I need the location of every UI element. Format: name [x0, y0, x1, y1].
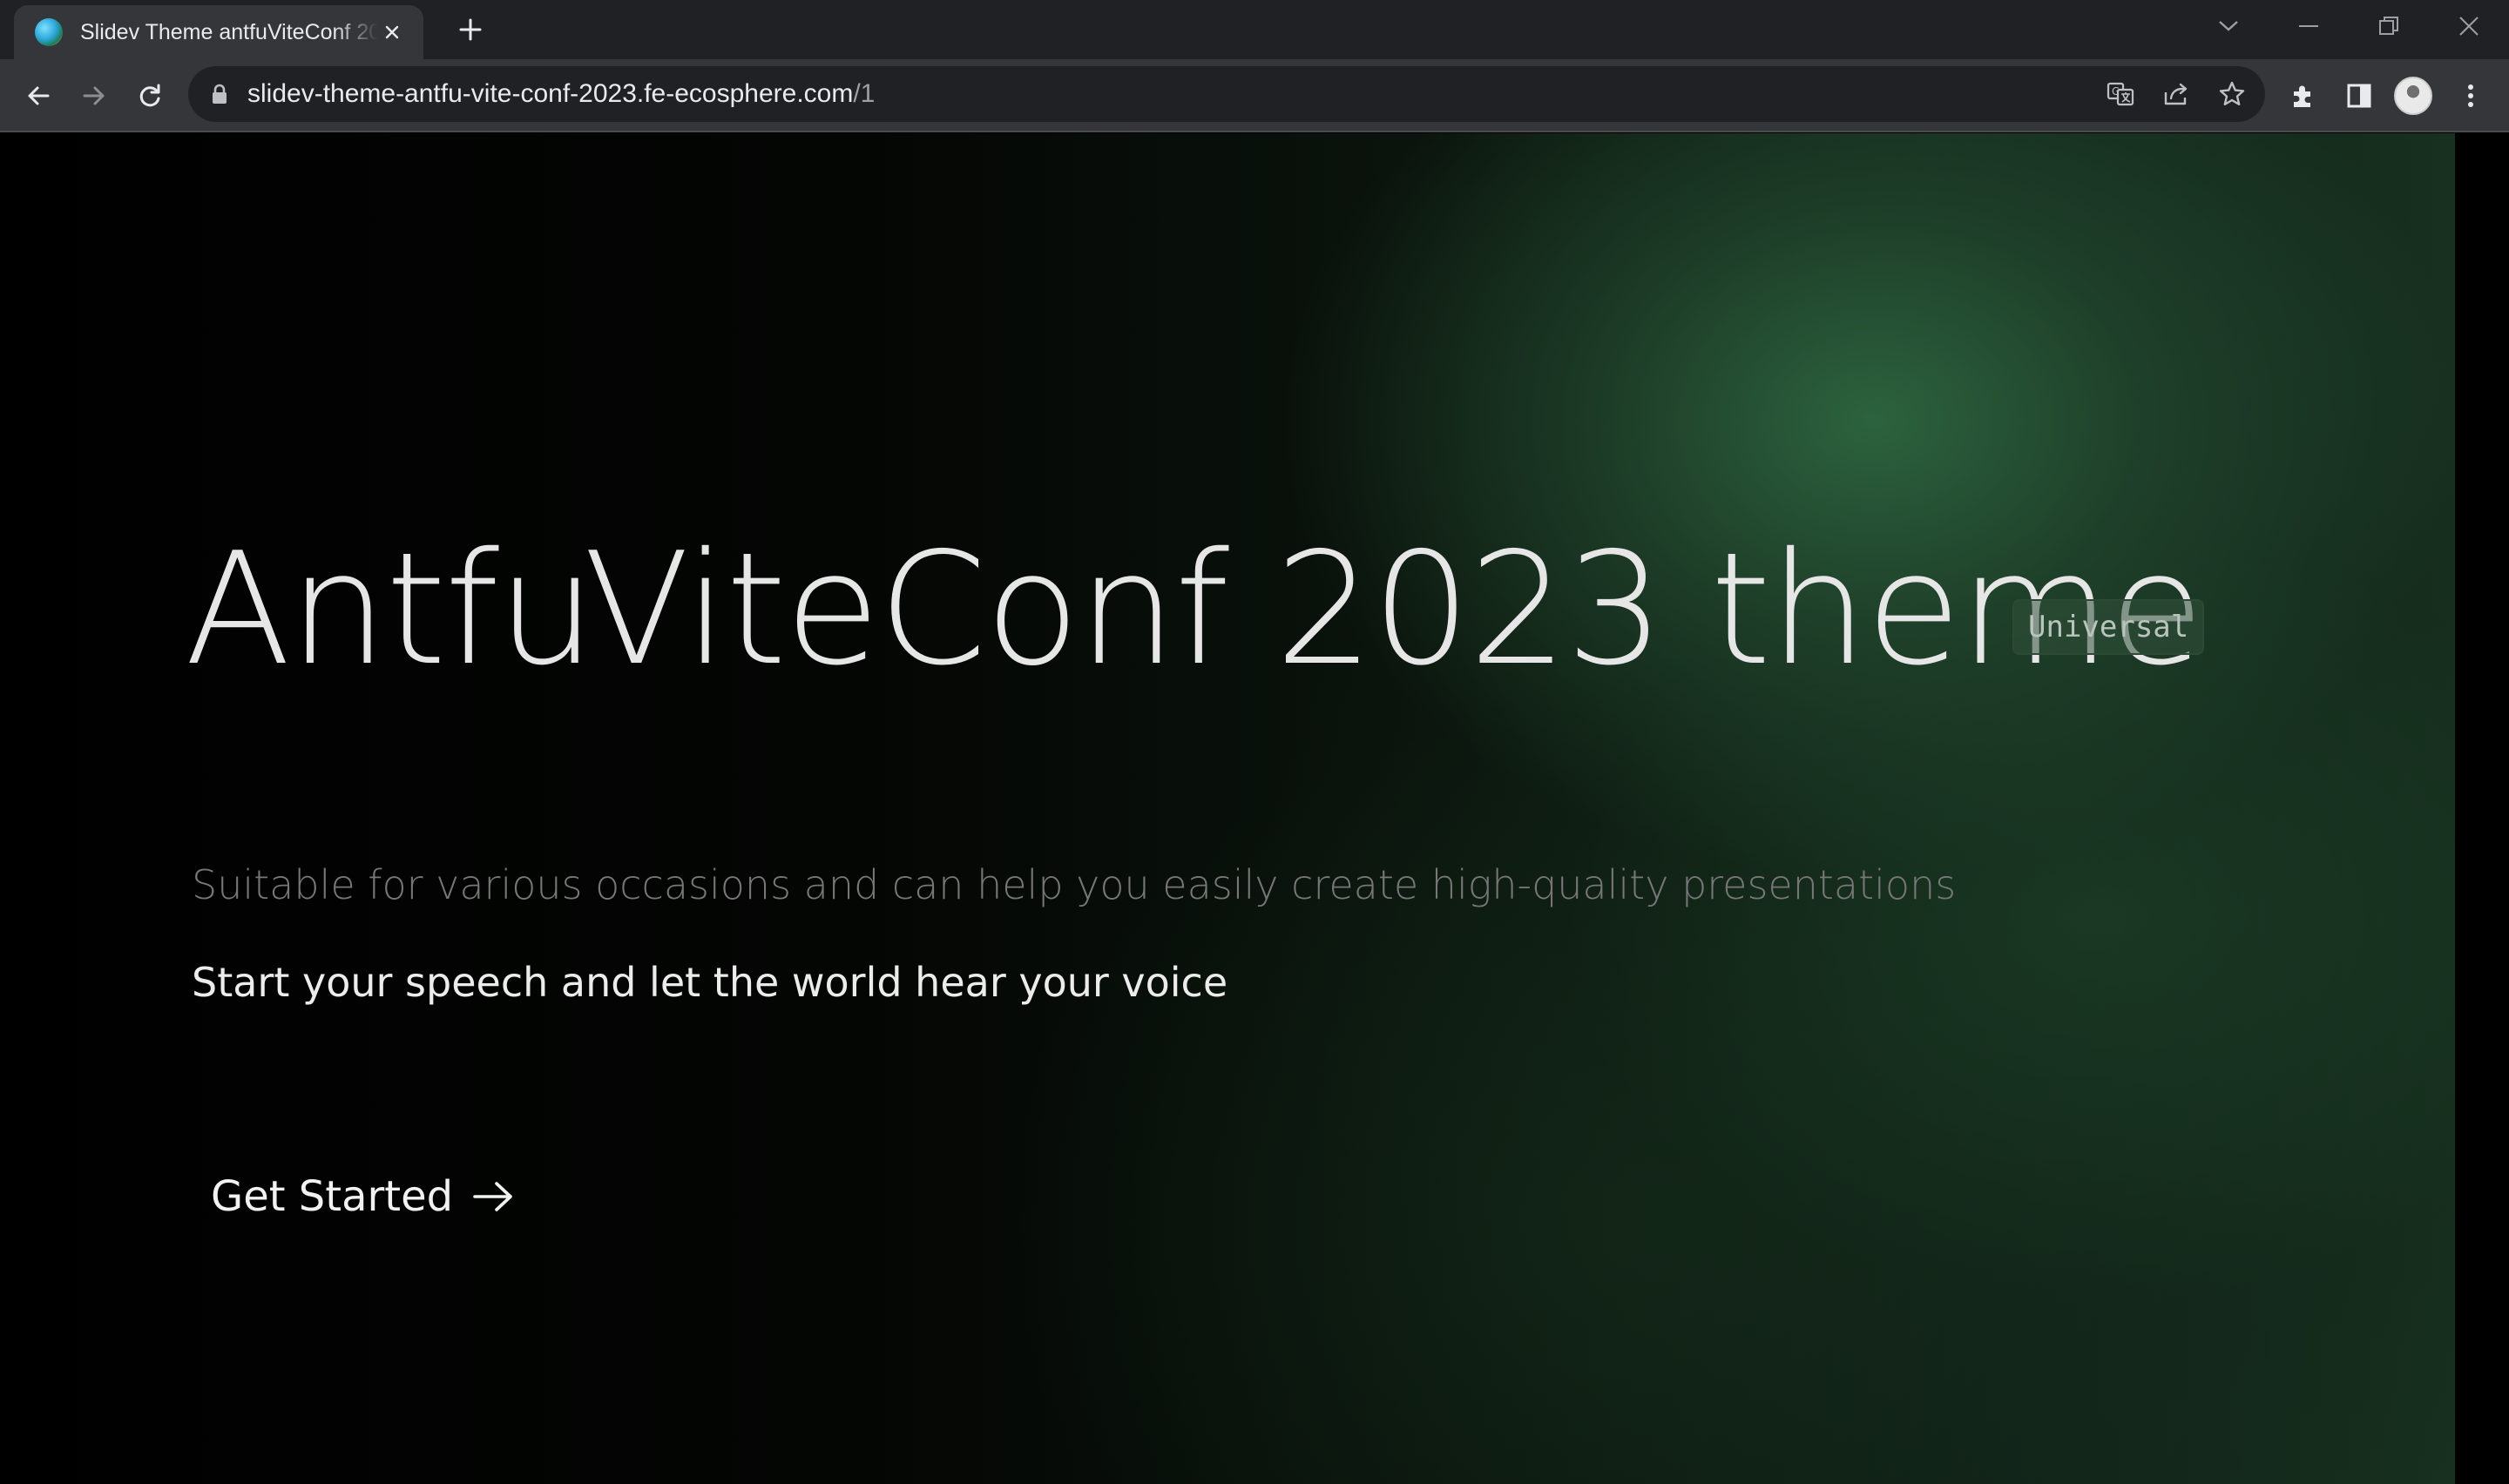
- browser-menu-button[interactable]: [2450, 75, 2492, 117]
- get-started-button[interactable]: Get Started: [193, 1157, 531, 1236]
- tab-strip: Slidev Theme antfuViteConf 2023: [0, 0, 2509, 59]
- tab-title: Slidev Theme antfuViteConf 2023: [80, 19, 378, 44]
- arrow-right-icon: [473, 1182, 512, 1211]
- star-icon[interactable]: [2213, 75, 2251, 113]
- slide-subtitle: Suitable for various occasions and can h…: [192, 861, 1957, 908]
- slide-title: AntfuViteConf 2023 theme: [185, 519, 2204, 699]
- url-text[interactable]: slidev-theme-antfu-vite-conf-2023.fe-eco…: [247, 66, 875, 122]
- theme-badge: Universal: [2012, 599, 2205, 655]
- side-panel-button[interactable]: [2338, 75, 2380, 117]
- reload-button[interactable]: [129, 75, 171, 117]
- profile-avatar[interactable]: [2394, 77, 2432, 115]
- kebab-menu-icon: [2468, 84, 2473, 107]
- browser-tab-active[interactable]: Slidev Theme antfuViteConf 2023: [14, 5, 423, 59]
- restore-window-icon[interactable]: [2363, 5, 2415, 47]
- address-bar[interactable]: slidev-theme-antfu-vite-conf-2023.fe-eco…: [188, 66, 2265, 122]
- reload-icon: [139, 84, 160, 107]
- browser-toolbar: slidev-theme-antfu-vite-conf-2023.fe-eco…: [0, 59, 2509, 132]
- side-panel-icon: [2347, 84, 2371, 108]
- extensions-button[interactable]: [2282, 75, 2324, 117]
- url-path: /1: [853, 79, 876, 108]
- minimize-icon[interactable]: [2282, 5, 2335, 47]
- new-tab-button[interactable]: [453, 12, 488, 47]
- tab-close-icon[interactable]: [378, 18, 406, 46]
- puzzle-icon: [2294, 85, 2310, 107]
- translate-icon[interactable]: G: [2101, 75, 2140, 113]
- arrow-left-icon: [28, 86, 50, 105]
- share-icon[interactable]: [2157, 75, 2195, 113]
- slide-canvas[interactable]: AntfuViteConf 2023 theme Universal Suita…: [0, 133, 2455, 1484]
- forward-button[interactable]: [73, 75, 115, 117]
- close-window-icon[interactable]: [2443, 5, 2495, 47]
- url-domain: slidev-theme-antfu-vite-conf-2023.fe-eco…: [247, 79, 854, 108]
- lock-icon[interactable]: [207, 82, 232, 106]
- page-viewport: AntfuViteConf 2023 theme Universal Suita…: [0, 133, 2509, 1484]
- tab-search-chevron-icon[interactable]: [2202, 5, 2255, 47]
- slide-tagline: Start your speech and let the world hear…: [192, 959, 1228, 1006]
- get-started-label: Get Started: [211, 1172, 454, 1221]
- back-button[interactable]: [17, 75, 59, 117]
- arrow-right-icon: [83, 86, 105, 105]
- slidev-favicon-icon: [35, 18, 63, 46]
